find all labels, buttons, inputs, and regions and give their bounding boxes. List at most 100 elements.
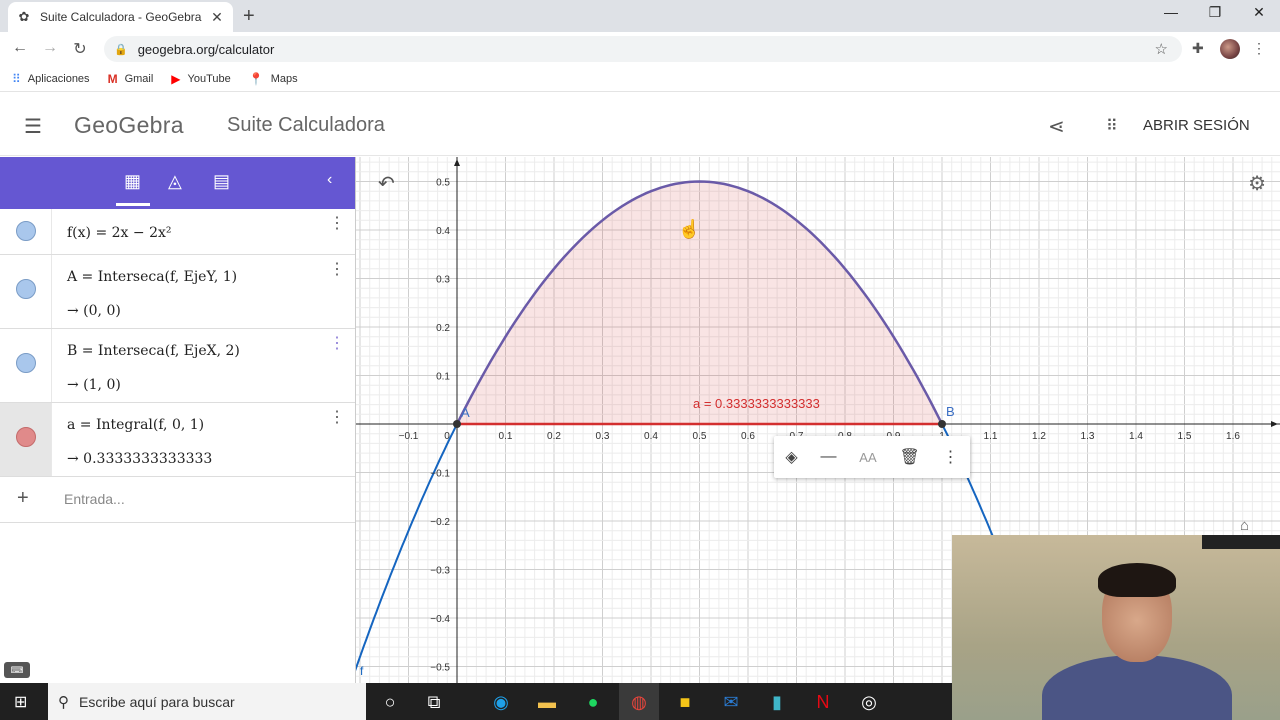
row-menu-icon[interactable]: ⋮ [329, 213, 345, 233]
youtube-icon: ▶ [171, 71, 181, 86]
visibility-toggle[interactable] [16, 279, 36, 299]
taskbar-search[interactable]: ⚲ Escribe aquí para buscar [48, 683, 366, 720]
restore-icon[interactable]: ❐ [1192, 4, 1238, 21]
x-axis-arrow [1271, 421, 1278, 427]
y-tick-label: −0.2 [430, 517, 450, 528]
bookmark-gmail[interactable]: M Gmail [108, 72, 154, 86]
lock-icon: 🔒 [114, 43, 128, 56]
x-tick-label: 0.1 [499, 431, 513, 442]
settings-gear-icon[interactable]: ⚙ [1248, 171, 1266, 196]
x-tick-label: 0.3 [596, 431, 610, 442]
delete-icon[interactable]: 🗑 [899, 447, 919, 467]
fill-color-icon[interactable]: ◈ [785, 447, 797, 467]
geogebra-logo[interactable]: GeoGebra [74, 112, 184, 139]
hamburger-menu-icon[interactable]: ☰ [24, 114, 42, 139]
minimize-icon[interactable]: — [1148, 4, 1194, 20]
row-definition[interactable]: A = Interseca(f, EjeY, 1) [67, 269, 237, 285]
extensions-icon[interactable]: ✚ [1192, 40, 1204, 57]
row-menu-icon[interactable]: ⋮ [329, 407, 345, 427]
line-style-icon[interactable]: — [821, 448, 837, 466]
algebra-row[interactable]: A = Interseca(f, EjeY, 1) → (0, 0) ⋮ [0, 255, 355, 329]
chrome-icon[interactable]: ◍ [627, 690, 651, 714]
integral-area [457, 181, 942, 424]
x-tick-label: 1.4 [1129, 431, 1143, 442]
bookmark-youtube[interactable]: ▶ YouTube [171, 72, 230, 86]
login-button[interactable]: ABRIR SESIÓN [1143, 117, 1250, 134]
bookmark-aplicaciones[interactable]: ⠿ Aplicaciones [12, 72, 90, 86]
app-header: ☰ GeoGebra Suite Calculadora ⋖ ⠿ ABRIR S… [0, 96, 1280, 156]
y-tick-label: 0.5 [436, 178, 450, 189]
input-field[interactable]: Entrada... [64, 491, 125, 507]
algebra-panel: ▦ ◬ ▤ ‹ f(x) = 2x − 2x² ⋮ A = Interseca(… [0, 157, 356, 683]
browser-tab[interactable]: ✿ Suite Calculadora - GeoGebra ✕ [8, 2, 233, 32]
back-icon[interactable]: ← [10, 39, 30, 57]
y-tick-label: 0.2 [436, 323, 450, 334]
text-style-icon[interactable]: AA [859, 450, 876, 465]
address-bar[interactable]: 🔒 geogebra.org/calculator ☆ [104, 36, 1182, 62]
reload-icon[interactable]: ↻ [70, 39, 90, 59]
visibility-toggle[interactable] [16, 427, 36, 447]
y-tick-label: 0.4 [436, 226, 450, 237]
point-a-label: A [461, 405, 470, 420]
x-tick-label: 1.2 [1032, 431, 1046, 442]
new-tab-icon[interactable]: + [243, 5, 255, 28]
rockstar-icon[interactable]: ■ [673, 690, 697, 714]
visibility-toggle[interactable] [16, 353, 36, 373]
calculator-icon[interactable]: ▦ [124, 171, 141, 192]
visibility-toggle[interactable] [16, 221, 36, 241]
add-icon[interactable]: + [17, 487, 29, 510]
algebra-row[interactable]: a = Integral(f, 0, 1) → 0.3333333333333 … [0, 403, 355, 477]
y-tick-label: −0.5 [430, 663, 450, 674]
x-tick-label: 0.5 [693, 431, 707, 442]
bookmark-maps[interactable]: 📍 Maps [249, 72, 298, 86]
url-text: geogebra.org/calculator [137, 41, 275, 57]
obs-icon[interactable]: ◎ [857, 690, 881, 714]
bookmark-label: Gmail [124, 72, 154, 85]
person-body [1042, 655, 1232, 720]
maps-pin-icon: 📍 [248, 71, 264, 86]
undo-icon[interactable]: ↶ [378, 171, 395, 196]
point-b [938, 420, 946, 428]
app-icon[interactable]: ▮ [765, 690, 789, 714]
style-bar: ◈ — AA 🗑 ⋮ [774, 436, 970, 478]
tools-icon[interactable]: ◬ [168, 171, 182, 192]
close-window-icon[interactable]: ✕ [1236, 4, 1280, 21]
row-definition[interactable]: B = Interseca(f, EjeX, 2) [67, 343, 240, 359]
bookmark-star-icon[interactable]: ☆ [1155, 40, 1168, 58]
keyboard-icon[interactable]: ⌨ [4, 662, 30, 678]
spotify-icon[interactable]: ● [581, 690, 605, 714]
x-tick-label: 0 [444, 431, 450, 442]
close-tab-icon[interactable]: ✕ [209, 9, 225, 26]
cortana-icon[interactable]: ○ [378, 690, 402, 714]
bookmarks-bar: ⠿ Aplicaciones M Gmail ▶ YouTube 📍 Maps [0, 66, 1280, 92]
algebra-row[interactable]: f(x) = 2x − 2x² ⋮ [0, 209, 355, 255]
row-menu-icon[interactable]: ⋮ [329, 333, 345, 353]
forward-icon[interactable]: → [40, 39, 60, 57]
input-row[interactable]: + Entrada... [0, 477, 355, 523]
bookmark-label: Aplicaciones [27, 72, 90, 85]
x-tick-label: 0.6 [741, 431, 755, 442]
table-icon[interactable]: ▤ [213, 171, 230, 192]
file-explorer-icon[interactable]: ▬ [535, 690, 559, 714]
row-definition[interactable]: a = Integral(f, 0, 1) [67, 417, 204, 433]
row-menu-icon[interactable]: ⋮ [329, 259, 345, 279]
y-tick-label: −0.3 [430, 566, 450, 577]
profile-avatar[interactable] [1220, 39, 1240, 59]
more-options-icon[interactable]: ⋮ [943, 447, 959, 467]
netflix-icon[interactable]: N [811, 690, 835, 714]
geogebra-favicon-icon: ✿ [18, 9, 30, 24]
algebra-row[interactable]: B = Interseca(f, EjeX, 2) → (1, 0) ⋮ [0, 329, 355, 403]
home-view-icon[interactable]: ⌂ [1240, 517, 1249, 534]
mail-icon[interactable]: ✉ [719, 690, 743, 714]
task-view-icon[interactable]: ⧉ [422, 690, 446, 714]
share-icon[interactable]: ⋖ [1048, 114, 1065, 139]
point-b-label: B [946, 404, 955, 419]
collapse-panel-icon[interactable]: ‹ [327, 171, 332, 189]
row-definition[interactable]: f(x) = 2x − 2x² [67, 225, 171, 241]
edge-icon[interactable]: ◉ [489, 690, 513, 714]
browser-menu-icon[interactable]: ⋮ [1252, 40, 1266, 57]
apps-grid-icon[interactable]: ⠿ [1106, 116, 1118, 136]
webcam-overlay [952, 535, 1280, 720]
apps-grid-icon: ⠿ [12, 71, 21, 86]
windows-start-icon[interactable]: ⊞ [14, 692, 27, 712]
